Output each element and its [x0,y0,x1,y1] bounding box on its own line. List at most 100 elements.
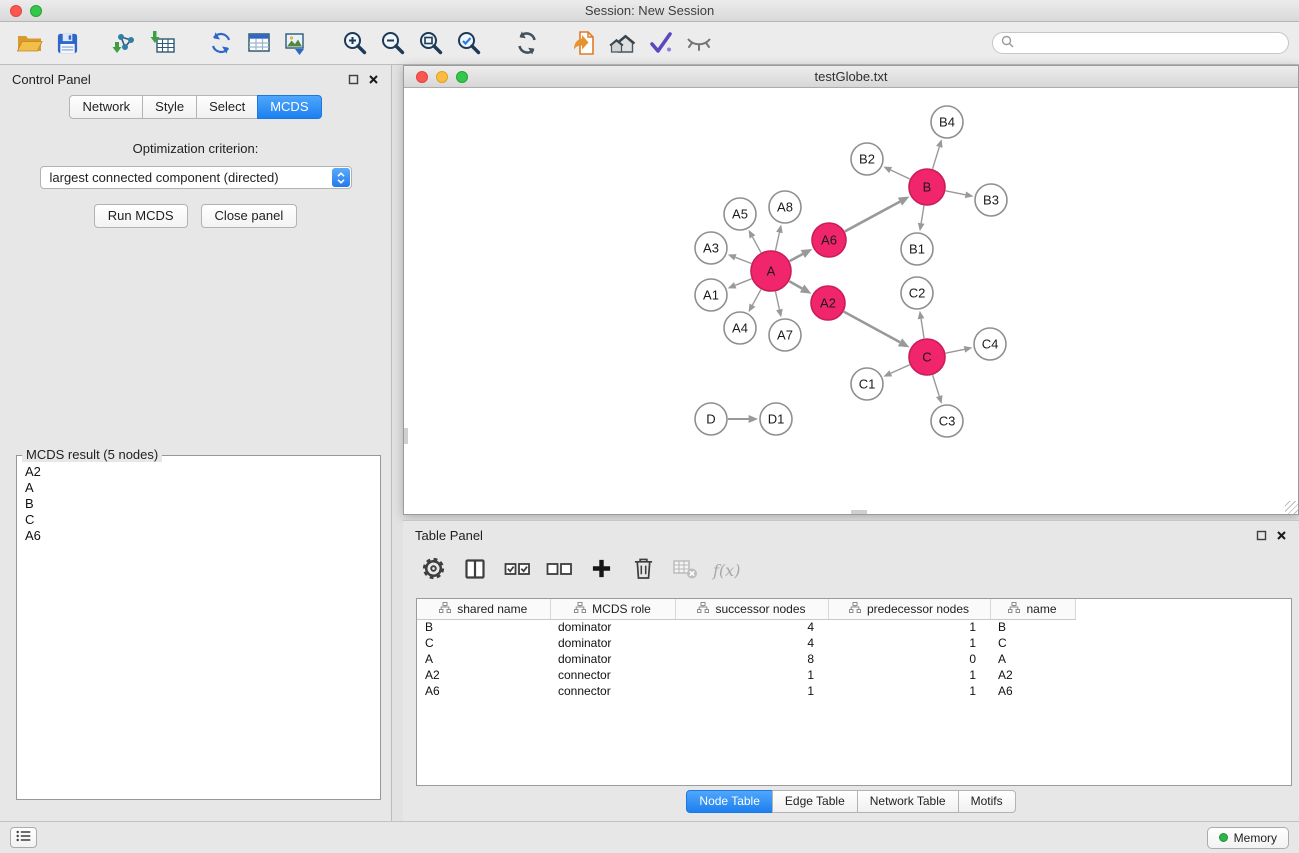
tab-motifs[interactable]: Motifs [958,790,1016,813]
network-window-titlebar[interactable]: testGlobe.txt [404,66,1298,88]
column-header-MCDS-role[interactable]: MCDS role [550,599,675,619]
column-header-name[interactable]: name [990,599,1075,619]
delete-row-button[interactable] [625,553,661,587]
tab-edge-table[interactable]: Edge Table [772,790,858,813]
column-header-shared-name[interactable]: shared name [417,599,550,619]
graph-node-A6[interactable]: A6 [812,223,846,257]
toolbar-search[interactable] [992,32,1289,54]
zoom-fit-button[interactable] [412,25,450,61]
network-canvas[interactable]: AA6A2BCA5A8A3A1A4A7B4B2B3B1C2C4C1C3DD1 [404,88,1298,514]
zoom-selected-button[interactable] [450,25,488,61]
image-export-button[interactable] [278,25,316,61]
graph-node-B3[interactable]: B3 [975,184,1007,216]
graph-node-C[interactable]: C [909,339,945,375]
graph-edge-A-A7[interactable] [775,292,779,310]
graph-node-C3[interactable]: C3 [931,405,963,437]
style-check-button[interactable] [642,25,680,61]
zoom-in-button[interactable] [336,25,374,61]
graph-node-B[interactable]: B [909,169,945,205]
graph-node-B1[interactable]: B1 [901,233,933,265]
graph-edge-A2-C[interactable] [844,312,900,343]
graph-edge-A-A2[interactable] [789,281,802,288]
graph-node-C1[interactable]: C1 [851,368,883,400]
search-input[interactable] [1019,36,1280,50]
refresh-button[interactable] [508,25,546,61]
graph-edge-A-A8[interactable] [775,232,779,250]
network-window[interactable]: testGlobe.txt A A6 A2 B C A5 A8 A3 A1A4 A7 B4 B2 B3 B… [403,65,1299,515]
save-button[interactable] [48,25,86,61]
memory-button[interactable]: Memory [1207,827,1289,849]
table-row[interactable]: A6connector11A6 [417,683,1291,699]
graph-edge-B-B1[interactable] [921,206,924,223]
graph-edge-A6-B[interactable] [845,202,900,232]
graph-edge-A-A3[interactable] [735,257,751,263]
graph-node-D[interactable]: D [695,403,727,435]
horizontal-scroll-indicator[interactable] [851,510,867,514]
graph-edge-B-B4[interactable] [933,147,940,169]
network-arrows-button[interactable] [202,25,240,61]
graph-edge-A-A6[interactable] [790,254,803,261]
graph-node-B2[interactable]: B2 [851,143,883,175]
table-row[interactable]: Adominator80A [417,651,1291,667]
graph-node-A7[interactable]: A7 [769,319,801,351]
graph-edge-C-C4[interactable] [946,349,965,353]
column-header-predecessor-nodes[interactable]: predecessor nodes [828,599,990,619]
graph-node-A1[interactable]: A1 [695,279,727,311]
graph-node-B4[interactable]: B4 [931,106,963,138]
vertical-scroll-indicator[interactable] [404,428,408,444]
table-window-button[interactable] [240,25,278,61]
gear-button[interactable] [415,553,451,587]
zoom-out-button[interactable] [374,25,412,61]
close-panel-button[interactable]: Close panel [201,204,298,228]
network-zoom-button[interactable] [456,71,468,83]
graph-node-A5[interactable]: A5 [724,198,756,230]
graph-node-A[interactable]: A [751,251,791,291]
graph-node-D1[interactable]: D1 [760,403,792,435]
float-table-panel-icon[interactable] [1256,530,1267,541]
run-mcds-button[interactable]: Run MCDS [94,204,188,228]
network-close-button[interactable] [416,71,428,83]
graph-edge-A-A4[interactable] [752,289,761,305]
network-minimize-button[interactable] [436,71,448,83]
resize-grip[interactable] [1285,501,1298,514]
homes-button[interactable] [604,25,642,61]
graph-node-A4[interactable]: A4 [724,312,756,344]
graph-node-A3[interactable]: A3 [695,232,727,264]
graph-node-A8[interactable]: A8 [769,191,801,223]
document-export-button[interactable] [566,25,604,61]
tab-select[interactable]: Select [196,95,258,119]
column-header-successor-nodes[interactable]: successor nodes [675,599,828,619]
tab-network[interactable]: Network [69,95,143,119]
function-builder-button[interactable]: f(x) [709,561,744,580]
float-panel-icon[interactable] [348,74,359,85]
select-all-button[interactable] [499,553,535,587]
graph-edge-A-A5[interactable] [752,237,761,253]
graph-edge-A-A1[interactable] [735,279,751,286]
delete-table-button[interactable] [667,553,703,587]
tab-network-table[interactable]: Network Table [857,790,959,813]
close-table-panel-icon[interactable] [1276,530,1287,541]
open-folder-button[interactable] [10,25,48,61]
graph-edge-B-B3[interactable] [946,191,966,195]
close-panel-icon[interactable] [368,74,379,85]
deselect-all-button[interactable] [541,553,577,587]
tab-node-table[interactable]: Node Table [686,790,773,813]
add-row-button[interactable] [583,553,619,587]
eye-button[interactable] [680,25,718,61]
graph-edge-C-C1[interactable] [891,365,910,374]
import-table-button[interactable] [144,25,182,61]
graph-node-A2[interactable]: A2 [811,286,845,320]
import-network-button[interactable] [106,25,144,61]
graph-edge-C-C3[interactable] [933,375,940,396]
graph-edge-C-C2[interactable] [921,319,924,338]
table-row[interactable]: A2connector11A2 [417,667,1291,683]
optimization-dropdown[interactable]: largest connected component (directed) [40,166,352,189]
task-history-button[interactable] [10,827,37,848]
tab-mcds[interactable]: MCDS [257,95,321,119]
close-window-button[interactable] [10,5,22,17]
table-row[interactable]: Cdominator41C [417,635,1291,651]
graph-edge-B-B2[interactable] [891,170,910,179]
graph-node-C2[interactable]: C2 [901,277,933,309]
zoom-window-button[interactable] [30,5,42,17]
table-row[interactable]: Bdominator41B [417,619,1291,635]
